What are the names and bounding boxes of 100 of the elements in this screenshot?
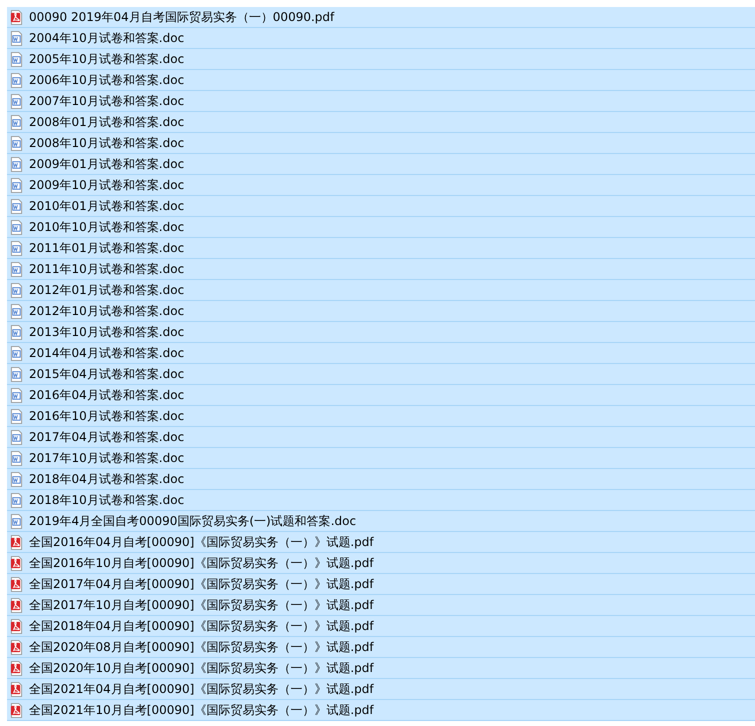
file-row[interactable]: 2017年10月试卷和答案.doc <box>7 448 755 469</box>
file-row[interactable]: 2018年10月试卷和答案.doc <box>7 490 755 511</box>
file-row[interactable]: 2006年10月试卷和答案.doc <box>7 70 755 91</box>
pdf-file-icon <box>10 576 23 592</box>
document-icon <box>10 430 23 444</box>
file-row[interactable]: 2013年10月试卷和答案.doc <box>7 322 755 343</box>
file-name: 2013年10月试卷和答案.doc <box>29 324 184 340</box>
file-name: 00090 2019年04月自考国际贸易实务（一）00090.pdf <box>29 8 334 26</box>
document-icon <box>10 346 23 360</box>
file-name: 2017年10月试卷和答案.doc <box>29 450 184 466</box>
document-icon <box>10 408 23 424</box>
pdf-file-icon <box>10 10 23 24</box>
document-icon <box>10 220 23 234</box>
file-row[interactable]: 2010年10月试卷和答案.doc <box>7 217 755 238</box>
file-name: 2008年01月试卷和答案.doc <box>29 114 184 130</box>
document-icon <box>10 262 23 276</box>
file-row[interactable]: 2012年10月试卷和答案.doc <box>7 301 755 322</box>
file-row[interactable]: 2018年04月试卷和答案.doc <box>7 469 755 490</box>
file-row[interactable]: 2009年01月试卷和答案.doc <box>7 154 755 175</box>
pdf-file-icon <box>10 618 23 634</box>
file-row[interactable]: 2011年01月试卷和答案.doc <box>7 238 755 259</box>
file-name: 全国2017年04月自考[00090]《国际贸易实务（一）》试题.pdf <box>29 576 374 592</box>
document-icon <box>10 52 23 66</box>
file-row[interactable]: 2015年04月试卷和答案.doc <box>7 364 755 385</box>
file-row[interactable]: 全国2016年04月自考[00090]《国际贸易实务（一）》试题.pdf <box>7 532 755 553</box>
file-row[interactable]: 全国2021年10月自考[00090]《国际贸易实务（一）》试题.pdf <box>7 700 755 721</box>
document-icon <box>10 450 23 466</box>
file-name: 2005年10月试卷和答案.doc <box>29 50 184 68</box>
file-name: 2007年10月试卷和答案.doc <box>29 92 184 110</box>
file-name: 全国2020年08月自考[00090]《国际贸易实务（一）》试题.pdf <box>29 638 374 656</box>
file-name: 2012年10月试卷和答案.doc <box>29 302 184 320</box>
pdf-file-icon <box>10 556 23 570</box>
document-icon <box>10 492 23 508</box>
document-icon <box>10 94 23 108</box>
file-name: 全国2021年04月自考[00090]《国际贸易实务（一）》试题.pdf <box>29 680 374 698</box>
file-row[interactable]: 2014年04月试卷和答案.doc <box>7 343 755 364</box>
file-name: 2010年01月试卷和答案.doc <box>29 198 184 214</box>
file-row[interactable]: 2005年10月试卷和答案.doc <box>7 49 755 70</box>
file-row[interactable]: 2008年01月试卷和答案.doc <box>7 112 755 133</box>
file-row[interactable]: 2011年10月试卷和答案.doc <box>7 259 755 280</box>
document-icon <box>10 282 23 298</box>
file-name: 2016年10月试卷和答案.doc <box>29 408 184 424</box>
document-icon <box>10 136 23 150</box>
file-name: 2011年10月试卷和答案.doc <box>29 260 184 278</box>
file-name: 2012年01月试卷和答案.doc <box>29 282 184 298</box>
file-name: 2004年10月试卷和答案.doc <box>29 30 184 46</box>
file-row[interactable]: 全国2017年04月自考[00090]《国际贸易实务（一）》试题.pdf <box>7 574 755 595</box>
file-row[interactable]: 全国2020年10月自考[00090]《国际贸易实务（一）》试题.pdf <box>7 658 755 679</box>
file-name: 2019年4月全国自考00090国际贸易实务(一)试题和答案.doc <box>29 512 356 530</box>
file-name: 全国2016年04月自考[00090]《国际贸易实务（一）》试题.pdf <box>29 534 374 550</box>
file-row[interactable]: 2016年10月试卷和答案.doc <box>7 406 755 427</box>
pdf-file-icon <box>10 598 23 612</box>
pdf-file-icon <box>10 682 23 696</box>
document-icon <box>10 30 23 46</box>
file-name: 全国2018年04月自考[00090]《国际贸易实务（一）》试题.pdf <box>29 618 374 634</box>
file-name: 2011年01月试卷和答案.doc <box>29 240 184 256</box>
document-icon <box>10 472 23 486</box>
pdf-file-icon <box>10 534 23 550</box>
document-icon <box>10 156 23 172</box>
document-icon <box>10 240 23 256</box>
file-row[interactable]: 2017年04月试卷和答案.doc <box>7 427 755 448</box>
file-row[interactable]: 2009年10月试卷和答案.doc <box>7 175 755 196</box>
file-name: 全国2017年10月自考[00090]《国际贸易实务（一）》试题.pdf <box>29 596 374 614</box>
file-name: 2009年01月试卷和答案.doc <box>29 156 184 172</box>
file-name: 2017年04月试卷和答案.doc <box>29 428 184 446</box>
document-icon <box>10 72 23 88</box>
file-row[interactable]: 2019年4月全国自考00090国际贸易实务(一)试题和答案.doc <box>7 511 755 532</box>
document-icon <box>10 366 23 382</box>
file-name: 2016年04月试卷和答案.doc <box>29 386 184 404</box>
file-name: 2010年10月试卷和答案.doc <box>29 218 184 236</box>
file-name: 2006年10月试卷和答案.doc <box>29 72 184 88</box>
file-name: 2009年10月试卷和答案.doc <box>29 176 184 194</box>
file-name: 全国2021年10月自考[00090]《国际贸易实务（一）》试题.pdf <box>29 702 374 718</box>
file-row[interactable]: 2004年10月试卷和答案.doc <box>7 28 755 49</box>
file-name: 2008年10月试卷和答案.doc <box>29 134 184 152</box>
file-row[interactable]: 全国2020年08月自考[00090]《国际贸易实务（一）》试题.pdf <box>7 637 755 658</box>
document-icon <box>10 324 23 340</box>
document-icon <box>10 388 23 402</box>
pdf-file-icon <box>10 660 23 676</box>
file-name: 全国2016年10月自考[00090]《国际贸易实务（一）》试题.pdf <box>29 554 374 572</box>
file-name: 2015年04月试卷和答案.doc <box>29 366 184 382</box>
file-name: 2018年04月试卷和答案.doc <box>29 470 184 488</box>
file-row[interactable]: 2007年10月试卷和答案.doc <box>7 91 755 112</box>
file-row[interactable]: 00090 2019年04月自考国际贸易实务（一）00090.pdf <box>7 7 755 28</box>
pdf-file-icon <box>10 640 23 654</box>
pdf-file-icon <box>10 702 23 718</box>
file-row[interactable]: 2016年04月试卷和答案.doc <box>7 385 755 406</box>
file-name: 全国2020年10月自考[00090]《国际贸易实务（一）》试题.pdf <box>29 660 374 676</box>
file-name: 2014年04月试卷和答案.doc <box>29 344 184 362</box>
file-row[interactable]: 全国2016年10月自考[00090]《国际贸易实务（一）》试题.pdf <box>7 553 755 574</box>
file-row[interactable]: 全国2021年04月自考[00090]《国际贸易实务（一）》试题.pdf <box>7 679 755 700</box>
document-icon <box>10 114 23 130</box>
file-row[interactable]: 2008年10月试卷和答案.doc <box>7 133 755 154</box>
document-icon <box>10 178 23 192</box>
file-row[interactable]: 全国2017年10月自考[00090]《国际贸易实务（一）》试题.pdf <box>7 595 755 616</box>
document-icon <box>10 304 23 318</box>
file-row[interactable]: 全国2018年04月自考[00090]《国际贸易实务（一）》试题.pdf <box>7 616 755 637</box>
document-icon <box>10 198 23 214</box>
file-row[interactable]: 2010年01月试卷和答案.doc <box>7 196 755 217</box>
file-row[interactable]: 2012年01月试卷和答案.doc <box>7 280 755 301</box>
